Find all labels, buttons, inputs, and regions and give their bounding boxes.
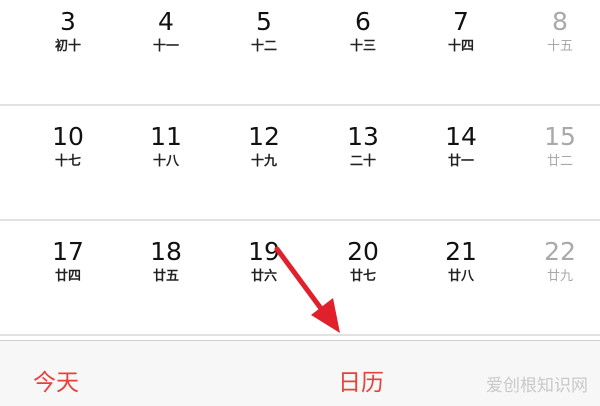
row-divider <box>0 219 600 221</box>
row-divider <box>0 104 600 106</box>
lunar-date: 廿八 <box>447 269 474 284</box>
lunar-date: 十八 <box>152 154 179 169</box>
day-number: 6 <box>355 7 371 36</box>
day-cell[interactable]: 10 十七 <box>28 107 108 170</box>
week-row: 10 十七 11 十八 12 十九 13 二十 14 廿一 15 廿二 <box>0 107 600 219</box>
calendar-grid: 3 初十 4 十一 5 十二 6 十三 7 十四 8 十五 10 十七 11 十… <box>0 0 600 340</box>
day-cell[interactable]: 4 十一 <box>126 0 206 55</box>
day-cell[interactable]: 17 廿四 <box>28 222 108 285</box>
day-cell-weekend[interactable]: 8 十五 <box>520 0 600 55</box>
lunar-date: 二十 <box>349 154 376 169</box>
day-number: 5 <box>256 7 272 36</box>
lunar-date: 廿九 <box>546 269 573 284</box>
day-number: 10 <box>52 122 84 151</box>
day-number: 11 <box>150 122 182 151</box>
day-cell[interactable]: 14 廿一 <box>421 107 501 170</box>
day-cell[interactable]: 18 廿五 <box>126 222 206 285</box>
lunar-date: 廿六 <box>250 269 277 284</box>
day-cell[interactable]: 13 二十 <box>323 107 403 170</box>
day-number: 22 <box>544 237 576 266</box>
week-row: 17 廿四 18 廿五 19 廿六 20 廿七 21 廿八 22 廿九 <box>0 222 600 334</box>
lunar-date: 十七 <box>54 154 81 169</box>
day-number: 8 <box>552 7 568 36</box>
day-number: 17 <box>52 237 84 266</box>
row-divider <box>0 334 600 336</box>
day-cell[interactable]: 5 十二 <box>224 0 304 55</box>
lunar-date: 廿一 <box>447 154 474 169</box>
lunar-date: 廿二 <box>546 154 573 169</box>
day-number: 12 <box>248 122 280 151</box>
day-number: 18 <box>150 237 182 266</box>
day-number: 15 <box>544 122 576 151</box>
today-button[interactable]: 今天 <box>33 369 79 397</box>
lunar-date: 十五 <box>546 39 573 54</box>
day-number: 21 <box>445 237 477 266</box>
lunar-date: 十四 <box>447 39 474 54</box>
lunar-date: 十二 <box>250 39 277 54</box>
day-number: 4 <box>158 7 174 36</box>
watermark: 爱创根知识网 <box>486 376 588 396</box>
lunar-date: 十九 <box>250 154 277 169</box>
calendars-button[interactable]: 日历 <box>338 369 384 397</box>
day-cell[interactable]: 7 十四 <box>421 0 501 55</box>
week-row: 3 初十 4 十一 5 十二 6 十三 7 十四 8 十五 <box>0 0 600 104</box>
day-number: 3 <box>60 7 76 36</box>
day-number: 14 <box>445 122 477 151</box>
lunar-date: 廿五 <box>152 269 179 284</box>
lunar-date: 十一 <box>152 39 179 54</box>
lunar-date: 初十 <box>54 39 81 54</box>
day-number: 13 <box>347 122 379 151</box>
lunar-date: 廿七 <box>349 269 376 284</box>
day-cell[interactable]: 21 廿八 <box>421 222 501 285</box>
day-cell[interactable]: 11 十八 <box>126 107 206 170</box>
day-cell[interactable]: 3 初十 <box>28 0 108 55</box>
day-number: 7 <box>453 7 469 36</box>
day-number: 19 <box>248 237 280 266</box>
day-cell[interactable]: 20 廿七 <box>323 222 403 285</box>
day-number: 20 <box>347 237 379 266</box>
day-cell[interactable]: 19 廿六 <box>224 222 304 285</box>
day-cell-weekend[interactable]: 15 廿二 <box>520 107 600 170</box>
lunar-date: 廿四 <box>54 269 81 284</box>
lunar-date: 十三 <box>349 39 376 54</box>
day-cell-weekend[interactable]: 22 廿九 <box>520 222 600 285</box>
day-cell[interactable]: 12 十九 <box>224 107 304 170</box>
day-cell[interactable]: 6 十三 <box>323 0 403 55</box>
